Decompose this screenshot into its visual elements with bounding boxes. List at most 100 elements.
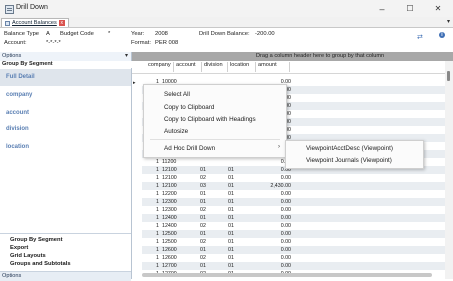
options-panel: Options ▾ Group By Segment Full Detail c… <box>0 52 133 281</box>
table-row[interactable]: 1 12400 01 01 0.00 <box>142 214 445 222</box>
table-row[interactable]: 1 12300 02 01 0.00 <box>142 206 445 214</box>
title-bar: Drill Down – ☐ ✕ <box>0 0 453 18</box>
cell-location: 01 <box>228 183 234 189</box>
table-row[interactable]: 1 12100 03 01 2,430.00 <box>142 182 445 190</box>
grid-icon <box>5 20 10 26</box>
menu-select-all[interactable]: Select All <box>144 88 286 100</box>
column-header-location[interactable]: location <box>228 62 256 72</box>
cell-location: 01 <box>228 191 234 197</box>
group-by-drop-area[interactable]: Drag a column header here to group by th… <box>132 52 453 61</box>
menu-copy-with-headings[interactable]: Copy to Clipboard with Headings <box>144 113 286 125</box>
cell-amount: 0.00 <box>280 231 291 237</box>
refresh-icon[interactable]: ⇄ <box>417 33 423 41</box>
cell-location: 01 <box>228 263 234 269</box>
menu-autosize[interactable]: Autosize <box>144 125 286 137</box>
horizontal-scrollbar[interactable] <box>142 273 432 277</box>
context-menu: Select All Copy to Clipboard Copy to Cli… <box>143 84 287 158</box>
segment-division[interactable]: division <box>6 126 29 132</box>
cell-division: 01 <box>200 167 206 173</box>
cell-account: 12400 <box>162 223 177 229</box>
balance-type-value: A <box>46 31 50 37</box>
options-footer-bar[interactable]: Options <box>0 271 131 281</box>
cell-location: 01 <box>228 199 234 205</box>
segment-account[interactable]: account <box>6 110 29 116</box>
nav-groups-subtotals[interactable]: Groups and Subtotals <box>10 261 71 267</box>
menu-label: Select All <box>164 91 190 98</box>
cell-division: 01 <box>200 231 206 237</box>
nav-export[interactable]: Export <box>10 245 28 251</box>
account-label: Account: <box>4 40 27 46</box>
maximize-button[interactable]: ☐ <box>396 1 424 16</box>
submenu-viewpoint-acct-desc[interactable]: ViewpointAcctDesc (Viewpoint) <box>286 142 423 154</box>
column-header-amount[interactable]: amount <box>256 62 290 72</box>
submenu-viewpoint-journals[interactable]: Viewpoint Journals (Viewpoint) <box>286 154 423 166</box>
cell-amount: 0.00 <box>280 191 291 197</box>
drill-balance-label: Drill Down Balance: <box>199 31 250 37</box>
nav-group-by-segment[interactable]: Group By Segment <box>10 237 63 243</box>
options-footer-label: Options <box>2 273 22 279</box>
cell-account: 12600 <box>162 247 177 253</box>
segment-company[interactable]: company <box>6 92 32 98</box>
cell-company: 1 <box>156 159 159 165</box>
current-row-indicator: ▸ <box>133 80 136 86</box>
cell-company: 1 <box>156 199 159 205</box>
cell-account: 12300 <box>162 199 177 205</box>
vertical-scrollbar[interactable] <box>445 61 453 279</box>
column-header-company[interactable]: company <box>146 62 174 72</box>
window-title: Drill Down <box>16 4 48 11</box>
table-row[interactable]: 1 12100 02 01 0.00 <box>142 174 445 182</box>
cell-division: 02 <box>200 239 206 245</box>
minimize-button[interactable]: – <box>368 1 396 16</box>
table-row[interactable]: 1 12400 02 01 0.00 <box>142 222 445 230</box>
cell-account: 12200 <box>162 191 177 197</box>
tab-list-dropdown-icon[interactable]: ▾ <box>447 18 450 25</box>
cell-account: 12100 <box>162 175 177 181</box>
table-row[interactable]: 1 12600 01 01 0.00 <box>142 246 445 254</box>
table-row[interactable]: 1 12200 01 01 0.00 <box>142 190 445 198</box>
cell-location: 01 <box>228 231 234 237</box>
nav-grid-layouts[interactable]: Grid Layouts <box>10 253 46 259</box>
cell-company: 1 <box>156 215 159 221</box>
menu-ad-hoc-drill-down[interactable]: Ad Hoc Drill Down › <box>144 142 286 154</box>
cell-division: 01 <box>200 191 206 197</box>
cell-division: 02 <box>200 175 206 181</box>
table-row[interactable]: 1 12600 02 01 0.00 <box>142 254 445 262</box>
app-icon <box>5 5 14 14</box>
tab-close-icon[interactable]: x <box>58 20 65 26</box>
cell-amount: 0.00 <box>280 207 291 213</box>
cell-company: 1 <box>156 255 159 261</box>
cell-division: 01 <box>200 247 206 253</box>
menu-label: Ad Hoc Drill Down <box>164 145 216 152</box>
pin-icon[interactable]: ▾ <box>125 52 128 59</box>
scroll-thumb[interactable] <box>447 71 450 81</box>
close-button[interactable]: ✕ <box>424 1 452 16</box>
cell-division: 02 <box>200 255 206 261</box>
menu-label: Autosize <box>164 128 189 135</box>
table-row[interactable]: 1 12500 02 01 0.00 <box>142 238 445 246</box>
column-header-account[interactable]: account <box>174 62 202 72</box>
cell-account: 12400 <box>162 215 177 221</box>
segment-location[interactable]: location <box>6 144 29 150</box>
cell-location: 01 <box>228 167 234 173</box>
cell-account: 12600 <box>162 255 177 261</box>
cell-account: 12700 <box>162 263 177 269</box>
table-row[interactable]: 1 12300 01 01 0.00 <box>142 198 445 206</box>
cell-division: 03 <box>200 183 206 189</box>
segment-full-detail[interactable]: Full Detail <box>0 69 131 86</box>
group-by-segment-header: Group By Segment <box>0 61 133 68</box>
tab-account-balances[interactable]: Account Balances x <box>1 18 69 27</box>
column-header-division[interactable]: division <box>202 62 228 72</box>
info-icon[interactable]: i <box>439 32 445 38</box>
cell-location: 01 <box>228 207 234 213</box>
account-value: *-*-*-* <box>46 40 61 46</box>
cell-company: 1 <box>156 167 159 173</box>
menu-copy-clipboard[interactable]: Copy to Clipboard <box>144 101 286 113</box>
cell-company: 1 <box>156 175 159 181</box>
cell-account: 12500 <box>162 231 177 237</box>
cell-amount: 0.00 <box>280 223 291 229</box>
cell-amount: 0.00 <box>280 255 291 261</box>
tab-label: Account Balances <box>12 20 57 26</box>
options-title: Options <box>2 53 22 59</box>
table-row[interactable]: 1 12700 01 01 0.00 <box>142 262 445 270</box>
table-row[interactable]: 1 12500 01 01 0.00 <box>142 230 445 238</box>
